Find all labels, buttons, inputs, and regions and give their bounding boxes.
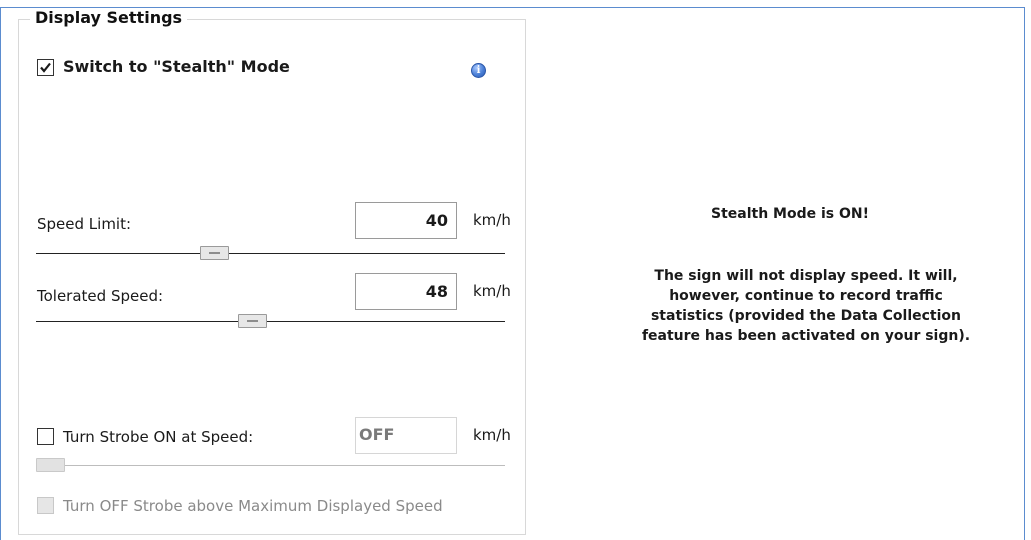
strobe-slider-track[interactable] [36, 465, 505, 466]
strobe-speed-unit: km/h [473, 426, 511, 444]
stealth-status-title: Stealth Mode is ON! [711, 206, 869, 222]
message-line: feature has been activated on your sign)… [641, 328, 971, 344]
tolerated-speed-slider-track[interactable] [36, 321, 505, 322]
speed-limit-slider-track[interactable] [36, 253, 505, 254]
speed-limit-input[interactable]: 40 [355, 202, 457, 239]
tolerated-speed-unit: km/h [473, 282, 511, 300]
tolerated-speed-input[interactable]: 48 [355, 273, 457, 310]
strobe-slider-thumb[interactable] [36, 458, 65, 472]
window-frame-left [0, 7, 1, 540]
strobe-off-checkbox[interactable] [37, 497, 54, 514]
info-icon[interactable]: i [471, 63, 486, 78]
tolerated-speed-slider-thumb[interactable] [238, 314, 267, 328]
message-line: however, continue to record traffic [669, 288, 943, 304]
strobe-off-label[interactable]: Turn OFF Strobe above Maximum Displayed … [63, 497, 443, 515]
message-line: statistics (provided the Data Collection [650, 308, 962, 324]
tolerated-speed-label: Tolerated Speed: [37, 287, 164, 305]
strobe-speed-input[interactable]: OFF [355, 417, 457, 454]
stealth-mode-label[interactable]: Switch to "Stealth" Mode [63, 57, 290, 76]
strobe-checkbox[interactable] [37, 428, 54, 445]
speed-limit-slider-thumb[interactable] [200, 246, 229, 260]
message-line: The sign will not display speed. It will… [654, 268, 958, 284]
stealth-mode-checkbox[interactable] [37, 59, 54, 76]
checkmark-icon [40, 62, 51, 73]
speed-limit-unit: km/h [473, 211, 511, 229]
group-title: Display Settings [30, 8, 188, 27]
speed-limit-label: Speed Limit: [37, 215, 132, 233]
stealth-status-message: The sign will not display speed. It will… [596, 266, 1016, 346]
window-frame-right [1024, 7, 1025, 540]
strobe-label[interactable]: Turn Strobe ON at Speed: [63, 428, 253, 446]
